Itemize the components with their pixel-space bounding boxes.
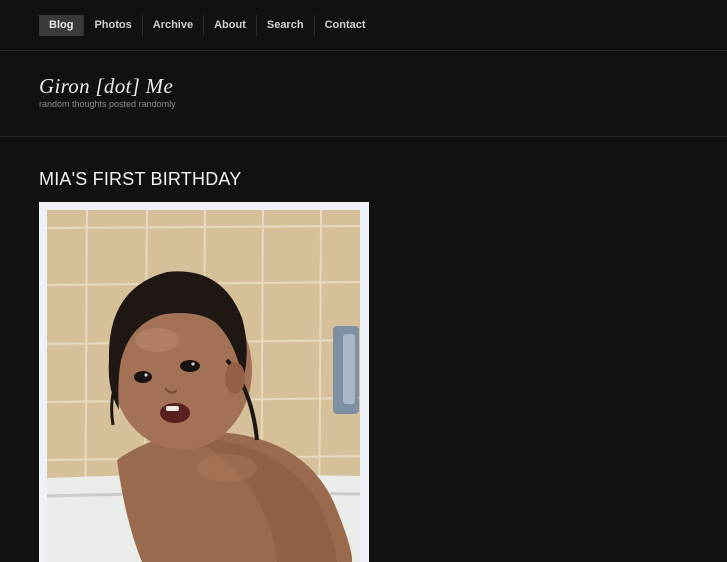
site-tagline: random thoughts posted randomly xyxy=(39,99,176,109)
site-header: Giron [dot] Me random thoughts posted ra… xyxy=(0,52,727,137)
nav-item-contact[interactable]: Contact xyxy=(315,15,376,36)
post-photo-frame[interactable] xyxy=(39,202,369,562)
main-nav: Blog Photos Archive About Search Contact xyxy=(39,15,376,36)
site-title[interactable]: Giron [dot] Me xyxy=(39,74,173,99)
nav-item-blog[interactable]: Blog xyxy=(39,15,85,36)
post-title[interactable]: MIA'S FIRST BIRTHDAY xyxy=(39,169,241,190)
nav-item-search[interactable]: Search xyxy=(257,15,315,36)
nav-item-archive[interactable]: Archive xyxy=(143,15,205,36)
baby-photo xyxy=(47,210,360,562)
top-navigation-bar: Blog Photos Archive About Search Contact xyxy=(0,0,727,51)
nav-item-about[interactable]: About xyxy=(204,15,257,36)
nav-item-photos[interactable]: Photos xyxy=(84,15,143,36)
